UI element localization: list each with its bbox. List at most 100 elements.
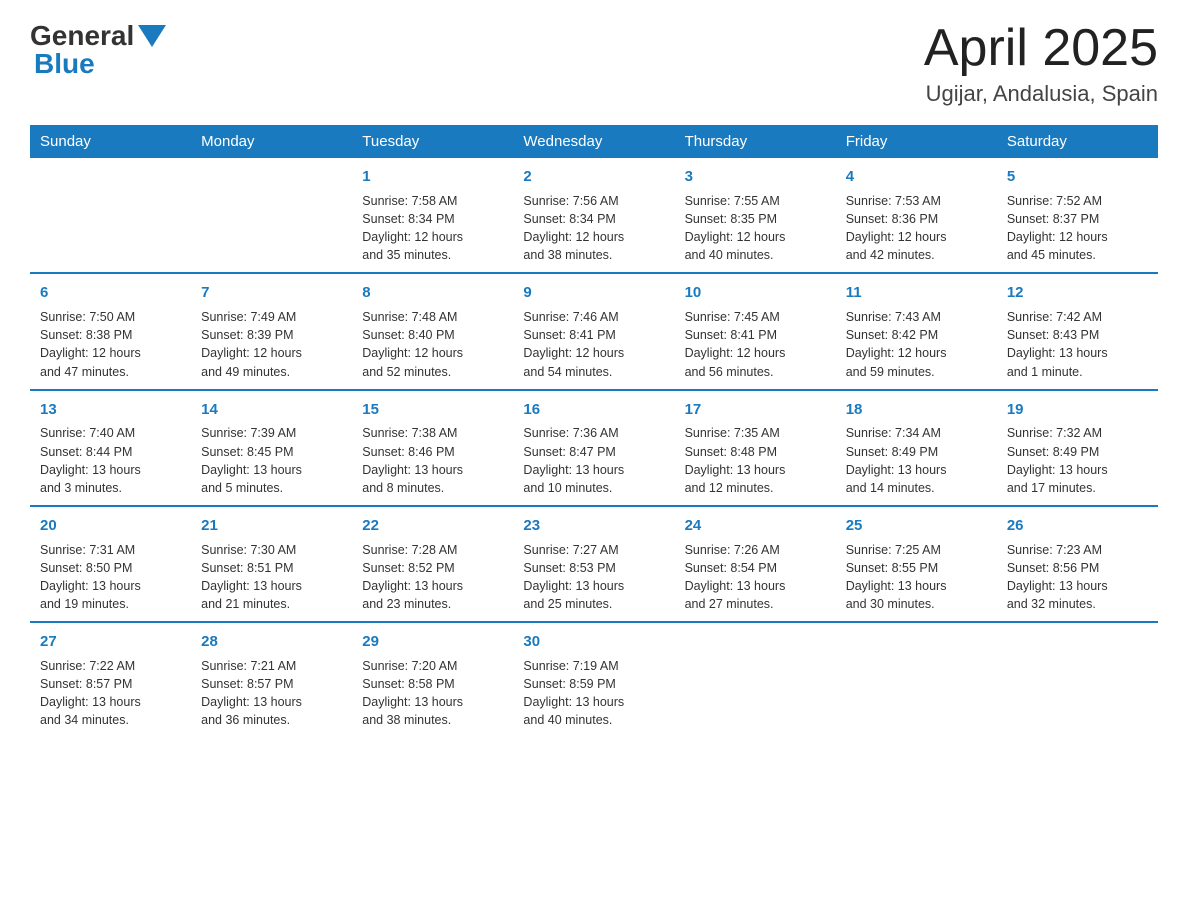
- calendar-week-row: 27Sunrise: 7:22 AM Sunset: 8:57 PM Dayli…: [30, 622, 1158, 737]
- day-info: Sunrise: 7:38 AM Sunset: 8:46 PM Dayligh…: [362, 424, 503, 497]
- day-info: Sunrise: 7:40 AM Sunset: 8:44 PM Dayligh…: [40, 424, 181, 497]
- day-info: Sunrise: 7:43 AM Sunset: 8:42 PM Dayligh…: [846, 308, 987, 381]
- day-number: 29: [362, 631, 503, 653]
- day-info: Sunrise: 7:48 AM Sunset: 8:40 PM Dayligh…: [362, 308, 503, 381]
- day-number: 14: [201, 399, 342, 421]
- day-info: Sunrise: 7:31 AM Sunset: 8:50 PM Dayligh…: [40, 541, 181, 614]
- day-info: Sunrise: 7:20 AM Sunset: 8:58 PM Dayligh…: [362, 657, 503, 730]
- calendar-cell: 16Sunrise: 7:36 AM Sunset: 8:47 PM Dayli…: [513, 390, 674, 506]
- day-info: Sunrise: 7:32 AM Sunset: 8:49 PM Dayligh…: [1007, 424, 1148, 497]
- calendar-week-row: 13 Sunrise: 7:40 AM Sunset: 8:44 PM Dayli…: [30, 390, 1158, 506]
- day-number: 20: [40, 515, 181, 537]
- calendar-cell: 3 Sunrise: 7:55 AM Sunset: 8:35 PM Daylig…: [675, 158, 836, 273]
- calendar-cell: 2 Sunrise: 7:56 AM Sunset: 8:34 PM Daylig…: [513, 158, 674, 273]
- day-number: 6: [40, 282, 181, 304]
- weekday-header: Wednesday: [513, 125, 674, 158]
- day-number: 4: [846, 166, 987, 188]
- day-number: 27: [40, 631, 181, 653]
- logo-triangle-icon: [138, 25, 166, 47]
- day-info: Sunrise: 7:46 AM Sunset: 8:41 PM Dayligh…: [523, 308, 664, 381]
- calendar-cell: 28 Sunrise: 7:21 AM Sunset: 8:57 PM Dayli…: [191, 622, 352, 737]
- day-number: 26: [1007, 515, 1148, 537]
- day-number: 28: [201, 631, 342, 653]
- calendar-cell: 21 Sunrise: 7:30 AM Sunset: 8:51 PM Dayli…: [191, 506, 352, 622]
- day-info: Sunrise: 7:28 AM Sunset: 8:52 PM Dayligh…: [362, 541, 503, 614]
- calendar-cell: 13 Sunrise: 7:40 AM Sunset: 8:44 PM Dayli…: [30, 390, 191, 506]
- calendar-cell: 20 Sunrise: 7:31 AM Sunset: 8:50 PM Dayli…: [30, 506, 191, 622]
- day-number: 3: [685, 166, 826, 188]
- calendar-cell: [836, 622, 997, 737]
- title-section: April 2025 Ugijar, Andalusia, Spain: [924, 20, 1158, 107]
- weekday-header: Monday: [191, 125, 352, 158]
- calendar-cell: 29 Sunrise: 7:20 AM Sunset: 8:58 PM Dayli…: [352, 622, 513, 737]
- day-number: 12: [1007, 282, 1148, 304]
- day-info: Sunrise: 7:35 AM Sunset: 8:48 PM Dayligh…: [685, 424, 826, 497]
- calendar-cell: [675, 622, 836, 737]
- day-number: 2: [523, 166, 664, 188]
- calendar-cell: [191, 158, 352, 273]
- calendar-table: SundayMondayTuesdayWednesdayThursdayFrid…: [30, 125, 1158, 737]
- day-number: 8: [362, 282, 503, 304]
- calendar-cell: 23 Sunrise: 7:27 AM Sunset: 8:53 PM Dayli…: [513, 506, 674, 622]
- calendar-cell: 11 Sunrise: 7:43 AM Sunset: 8:42 PM Dayli…: [836, 273, 997, 389]
- day-number: 11: [846, 282, 987, 304]
- calendar-cell: 18Sunrise: 7:34 AM Sunset: 8:49 PM Dayli…: [836, 390, 997, 506]
- day-number: 15: [362, 399, 503, 421]
- calendar-cell: 24 Sunrise: 7:26 AM Sunset: 8:54 PM Dayli…: [675, 506, 836, 622]
- calendar-cell: 12Sunrise: 7:42 AM Sunset: 8:43 PM Dayli…: [997, 273, 1158, 389]
- day-number: 9: [523, 282, 664, 304]
- day-number: 25: [846, 515, 987, 537]
- day-info: Sunrise: 7:53 AM Sunset: 8:36 PM Dayligh…: [846, 192, 987, 265]
- weekday-header: Tuesday: [352, 125, 513, 158]
- day-info: Sunrise: 7:23 AM Sunset: 8:56 PM Dayligh…: [1007, 541, 1148, 614]
- calendar-cell: [997, 622, 1158, 737]
- month-title: April 2025: [924, 20, 1158, 77]
- day-number: 5: [1007, 166, 1148, 188]
- day-info: Sunrise: 7:26 AM Sunset: 8:54 PM Dayligh…: [685, 541, 826, 614]
- day-number: 22: [362, 515, 503, 537]
- day-number: 7: [201, 282, 342, 304]
- calendar-cell: 6 Sunrise: 7:50 AM Sunset: 8:38 PM Daylig…: [30, 273, 191, 389]
- calendar-cell: 4 Sunrise: 7:53 AM Sunset: 8:36 PM Daylig…: [836, 158, 997, 273]
- day-number: 16: [523, 399, 664, 421]
- calendar-week-row: 1Sunrise: 7:58 AM Sunset: 8:34 PM Daylig…: [30, 158, 1158, 273]
- day-info: Sunrise: 7:56 AM Sunset: 8:34 PM Dayligh…: [523, 192, 664, 265]
- calendar-cell: 1Sunrise: 7:58 AM Sunset: 8:34 PM Daylig…: [352, 158, 513, 273]
- calendar-cell: 15 Sunrise: 7:38 AM Sunset: 8:46 PM Dayli…: [352, 390, 513, 506]
- calendar-cell: 19 Sunrise: 7:32 AM Sunset: 8:49 PM Dayli…: [997, 390, 1158, 506]
- day-number: 19: [1007, 399, 1148, 421]
- calendar-cell: 7 Sunrise: 7:49 AM Sunset: 8:39 PM Daylig…: [191, 273, 352, 389]
- day-number: 24: [685, 515, 826, 537]
- day-info: Sunrise: 7:27 AM Sunset: 8:53 PM Dayligh…: [523, 541, 664, 614]
- day-info: Sunrise: 7:25 AM Sunset: 8:55 PM Dayligh…: [846, 541, 987, 614]
- day-number: 13: [40, 399, 181, 421]
- day-info: Sunrise: 7:30 AM Sunset: 8:51 PM Dayligh…: [201, 541, 342, 614]
- logo: General Blue: [30, 20, 170, 80]
- day-number: 10: [685, 282, 826, 304]
- day-number: 21: [201, 515, 342, 537]
- calendar-cell: 30 Sunrise: 7:19 AM Sunset: 8:59 PM Dayli…: [513, 622, 674, 737]
- day-info: Sunrise: 7:45 AM Sunset: 8:41 PM Dayligh…: [685, 308, 826, 381]
- calendar-cell: 9 Sunrise: 7:46 AM Sunset: 8:41 PM Daylig…: [513, 273, 674, 389]
- day-info: Sunrise: 7:50 AM Sunset: 8:38 PM Dayligh…: [40, 308, 181, 381]
- day-info: Sunrise: 7:49 AM Sunset: 8:39 PM Dayligh…: [201, 308, 342, 381]
- calendar-cell: 25 Sunrise: 7:25 AM Sunset: 8:55 PM Dayli…: [836, 506, 997, 622]
- day-info: Sunrise: 7:19 AM Sunset: 8:59 PM Dayligh…: [523, 657, 664, 730]
- day-number: 23: [523, 515, 664, 537]
- calendar-cell: 5 Sunrise: 7:52 AM Sunset: 8:37 PM Daylig…: [997, 158, 1158, 273]
- day-info: Sunrise: 7:34 AM Sunset: 8:49 PM Dayligh…: [846, 424, 987, 497]
- day-info: Sunrise: 7:55 AM Sunset: 8:35 PM Dayligh…: [685, 192, 826, 265]
- header-row: SundayMondayTuesdayWednesdayThursdayFrid…: [30, 125, 1158, 158]
- day-number: 17: [685, 399, 826, 421]
- day-number: 1: [362, 166, 503, 188]
- calendar-cell: [30, 158, 191, 273]
- weekday-header: Thursday: [675, 125, 836, 158]
- logo-blue-text: Blue: [34, 48, 95, 79]
- day-info: Sunrise: 7:52 AM Sunset: 8:37 PM Dayligh…: [1007, 192, 1148, 265]
- calendar-week-row: 20 Sunrise: 7:31 AM Sunset: 8:50 PM Dayli…: [30, 506, 1158, 622]
- day-number: 30: [523, 631, 664, 653]
- day-info: Sunrise: 7:39 AM Sunset: 8:45 PM Dayligh…: [201, 424, 342, 497]
- calendar-cell: 17 Sunrise: 7:35 AM Sunset: 8:48 PM Dayli…: [675, 390, 836, 506]
- calendar-cell: 14 Sunrise: 7:39 AM Sunset: 8:45 PM Dayli…: [191, 390, 352, 506]
- day-info: Sunrise: 7:21 AM Sunset: 8:57 PM Dayligh…: [201, 657, 342, 730]
